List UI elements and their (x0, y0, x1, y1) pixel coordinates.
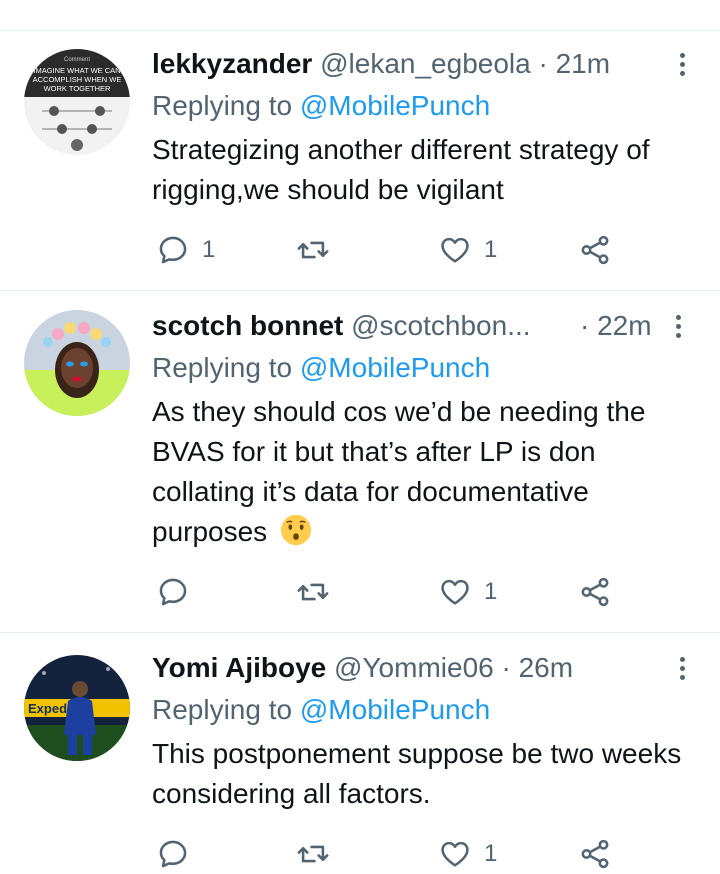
like-button[interactable]: 1 (438, 834, 497, 874)
action-bar: 1 (152, 572, 632, 612)
mention-link[interactable]: @MobilePunch (300, 352, 490, 383)
speech-bubble-icon (159, 840, 187, 868)
user-handle[interactable]: @Yommie06 (334, 652, 494, 683)
user-handle[interactable]: @scotchbon... (351, 310, 530, 341)
retweet-icon (297, 845, 329, 863)
speech-bubble-icon (159, 578, 187, 606)
hushed-face-emoji (280, 514, 312, 546)
more-vertical-icon[interactable] (668, 312, 688, 342)
top-divider (0, 30, 720, 31)
replying-prefix: Replying to (152, 694, 293, 725)
share-icon (581, 839, 609, 869)
separator-dot: · (501, 652, 511, 683)
avatar-caption-1: IMAGINE WHAT WE CAN (33, 66, 120, 75)
share-icon (581, 577, 609, 607)
tweet-1[interactable]: Comment IMAGINE WHAT WE CAN ACCOMPLISH W… (0, 44, 720, 284)
replying-to: Replying to @MobilePunch (152, 86, 490, 126)
tweet-text-body: As they should cos we’d be needing the B… (152, 396, 646, 547)
timestamp[interactable]: 21m (556, 48, 610, 79)
retweet-icon (297, 241, 329, 259)
tweet-header: Yomi Ajiboye @Yommie06 · 26m (152, 648, 573, 688)
avatar-image: Comment IMAGINE WHAT WE CAN ACCOMPLISH W… (24, 49, 130, 155)
avatar-caption-0: Comment (64, 57, 90, 63)
user-handle[interactable]: @lekan_egbeola (320, 48, 531, 79)
avatar[interactable]: Expedia (24, 655, 130, 761)
tweet-3[interactable]: Expedia Yomi Ajiboye @Yommie06 · 26m Rep… (0, 648, 720, 872)
like-count: 1 (484, 840, 498, 867)
separator-dot: · (580, 310, 590, 341)
retweet-icon (297, 583, 329, 601)
action-bar: 1 (152, 834, 632, 874)
avatar-caption-2: ACCOMPLISH WHEN WE (33, 75, 122, 84)
tweet-time: · 22m (580, 306, 652, 346)
reply-button[interactable] (156, 572, 202, 612)
tweet-text: As they should cos we’d be needing the B… (152, 392, 697, 552)
avatar-image: Expedia (24, 655, 130, 761)
share-button[interactable] (578, 834, 612, 874)
action-bar: 1 1 (152, 230, 632, 270)
reply-button[interactable] (156, 834, 202, 874)
replying-prefix: Replying to (152, 352, 293, 383)
share-icon (581, 235, 609, 265)
like-count: 1 (484, 236, 498, 263)
avatar[interactable]: Comment IMAGINE WHAT WE CAN ACCOMPLISH W… (24, 49, 130, 155)
replying-prefix: Replying to (152, 90, 293, 121)
replying-to: Replying to @MobilePunch (152, 690, 490, 730)
like-count: 1 (484, 578, 498, 605)
tweet-divider (0, 632, 720, 633)
heart-icon (441, 579, 469, 605)
avatar-caption-3: WORK TOGETHER (44, 84, 111, 93)
tweet-divider (0, 290, 720, 291)
avatar-image (24, 310, 130, 416)
heart-icon (441, 237, 469, 263)
like-button[interactable]: 1 (438, 572, 497, 612)
display-name[interactable]: scotch bonnet (152, 310, 343, 341)
more-vertical-icon[interactable] (672, 50, 692, 80)
tweet-header: lekkyzander @lekan_egbeola · 21m (152, 44, 610, 84)
timestamp[interactable]: 22m (597, 310, 651, 341)
retweet-button[interactable] (296, 834, 342, 874)
reply-button[interactable]: 1 (156, 230, 215, 270)
mention-link[interactable]: @MobilePunch (300, 90, 490, 121)
display-name[interactable]: lekkyzander (152, 48, 312, 79)
like-button[interactable]: 1 (438, 230, 497, 270)
share-button[interactable] (578, 572, 612, 612)
tweet-2[interactable]: scotch bonnet @scotchbon... · 22m Replyi… (0, 306, 720, 626)
tweet-header: scotch bonnet @scotchbon... (152, 306, 582, 346)
tweet-text: Strategizing another different strategy … (152, 134, 650, 205)
heart-icon (441, 841, 469, 867)
separator-dot: · (538, 48, 548, 79)
tweet-text: This postponement suppose be two weeks c… (152, 738, 682, 809)
timestamp[interactable]: 26m (519, 652, 573, 683)
mention-link[interactable]: @MobilePunch (300, 694, 490, 725)
speech-bubble-icon (159, 236, 187, 264)
retweet-button[interactable] (296, 230, 342, 270)
retweet-button[interactable] (296, 572, 342, 612)
display-name[interactable]: Yomi Ajiboye (152, 652, 326, 683)
avatar[interactable] (24, 310, 130, 416)
reply-count: 1 (202, 236, 216, 263)
share-button[interactable] (578, 230, 612, 270)
replying-to: Replying to @MobilePunch (152, 348, 490, 388)
more-vertical-icon[interactable] (672, 654, 692, 684)
